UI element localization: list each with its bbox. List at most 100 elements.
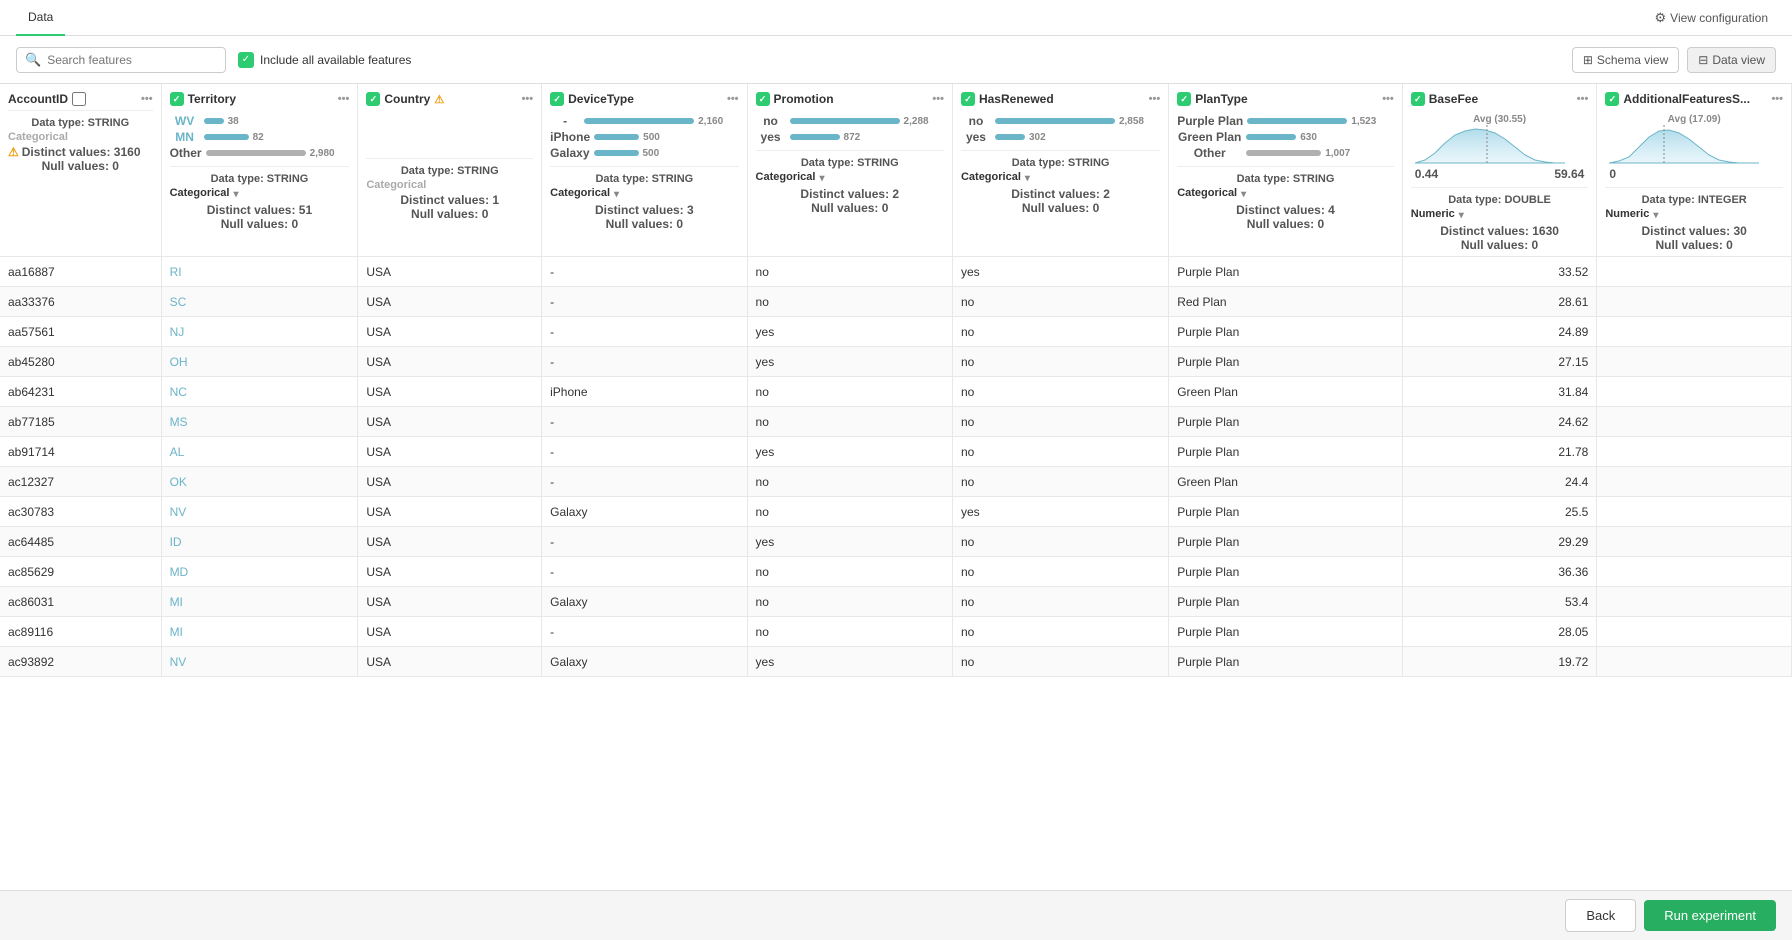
col-dtype-plan-type: Data type: STRING bbox=[1177, 173, 1394, 185]
col-header-country: ✓ Country ⚠ ••• Data type: STRING Catego… bbox=[358, 84, 542, 257]
col-cat-has-renewed[interactable]: Categorical bbox=[961, 169, 1160, 185]
col-checkbox-plan-type[interactable]: ✓ bbox=[1177, 92, 1191, 106]
data-icon: ⊟ bbox=[1698, 53, 1708, 67]
col-checkbox-base-fee[interactable]: ✓ bbox=[1411, 92, 1425, 106]
col-cat-country: Categorical bbox=[366, 179, 426, 191]
col-summary-promotion: no 2,288 yes 872 bbox=[756, 110, 944, 150]
col-dtype-account-id: Data type: STRING bbox=[8, 117, 153, 129]
col-dtype-has-renewed: Data type: STRING bbox=[961, 157, 1160, 169]
col-menu-has-renewed[interactable]: ••• bbox=[1149, 93, 1161, 105]
col-summary-has-renewed: no 2,858 yes 302 bbox=[961, 110, 1160, 150]
toolbar: 🔍 ✓ Include all available features ⊞ Sch… bbox=[0, 36, 1792, 84]
col-header-account-id: AccountID ••• Data type: STRING Categori… bbox=[0, 84, 161, 257]
col-dtype-promotion: Data type: STRING bbox=[756, 157, 944, 169]
warning-icon-account-id: ⚠ bbox=[8, 145, 19, 159]
table-row: ac30783NVUSAGalaxynoyesPurple Plan25.5 bbox=[0, 497, 1792, 527]
col-checkbox-territory[interactable]: ✓ bbox=[170, 92, 184, 106]
search-input[interactable] bbox=[47, 53, 207, 67]
col-cat-plan-type[interactable]: Categorical bbox=[1177, 185, 1394, 201]
col-histogram-base-fee: Avg (30.55) 0.4459.64 bbox=[1411, 110, 1589, 187]
col-summary-territory: WV 38 MN 82 Other 2,980 bbox=[170, 110, 350, 166]
col-menu-account-id[interactable]: ••• bbox=[141, 93, 153, 105]
col-menu-device-type[interactable]: ••• bbox=[727, 93, 739, 105]
col-menu-promotion[interactable]: ••• bbox=[932, 93, 944, 105]
col-name-promotion: Promotion bbox=[774, 92, 834, 106]
tab-bar: Data ⚙ View configuration bbox=[0, 0, 1792, 36]
back-button[interactable]: Back bbox=[1565, 899, 1636, 932]
col-checkbox-has-renewed[interactable]: ✓ bbox=[961, 92, 975, 106]
col-name-plan-type: PlanType bbox=[1195, 92, 1247, 106]
col-histogram-additional-features: Avg (17.09) 0 bbox=[1605, 110, 1783, 187]
col-header-additional-features: ✓ AdditionalFeaturesS... ••• Avg (17.09) bbox=[1597, 84, 1792, 257]
col-cat-promotion[interactable]: Categorical bbox=[756, 169, 944, 185]
col-header-has-renewed: ✓ HasRenewed ••• no 2,858 yes bbox=[952, 84, 1168, 257]
col-checkbox-promotion[interactable]: ✓ bbox=[756, 92, 770, 106]
table-row: ab45280OHUSA-yesnoPurple Plan27.15 bbox=[0, 347, 1792, 377]
col-name-has-renewed: HasRenewed bbox=[979, 92, 1054, 106]
toolbar-right: ⊞ Schema view ⊟ Data view bbox=[1572, 47, 1776, 73]
table-row: ab77185MSUSA-nonoPurple Plan24.62 bbox=[0, 407, 1792, 437]
col-menu-plan-type[interactable]: ••• bbox=[1382, 93, 1394, 105]
schema-icon: ⊞ bbox=[1583, 53, 1593, 67]
col-dtype-additional-features: Data type: INTEGER bbox=[1605, 194, 1783, 206]
col-checkbox-additional-features[interactable]: ✓ bbox=[1605, 92, 1619, 106]
col-dtype-country: Data type: STRING bbox=[366, 165, 533, 177]
table-row: ac93892NVUSAGalaxyyesnoPurple Plan19.72 bbox=[0, 647, 1792, 677]
data-grid: AccountID ••• Data type: STRING Categori… bbox=[0, 84, 1792, 892]
table-row: aa57561NJUSA-yesnoPurple Plan24.89 bbox=[0, 317, 1792, 347]
search-box: 🔍 bbox=[16, 47, 226, 73]
col-summary-device-type: - 2,160 iPhone 500 Galaxy 500 bbox=[550, 110, 738, 166]
col-menu-country[interactable]: ••• bbox=[522, 93, 534, 105]
col-summary-plan-type: Purple Plan 1,523 Green Plan 630 Other bbox=[1177, 110, 1394, 166]
col-checkbox-device-type[interactable]: ✓ bbox=[550, 92, 564, 106]
col-header-base-fee: ✓ BaseFee ••• Avg (30.55) bbox=[1402, 84, 1597, 257]
col-cat-device-type[interactable]: Categorical bbox=[550, 185, 738, 201]
col-name-account-id: AccountID bbox=[8, 92, 68, 106]
col-name-country: Country bbox=[384, 92, 430, 106]
tab-data[interactable]: Data bbox=[16, 0, 65, 36]
col-warning-country: ⚠ bbox=[434, 93, 444, 106]
col-name-territory: Territory bbox=[188, 92, 236, 106]
col-menu-additional-features[interactable]: ••• bbox=[1771, 93, 1783, 105]
col-dtype-territory: Data type: STRING bbox=[170, 173, 350, 185]
col-header-promotion: ✓ Promotion ••• no 2,288 yes bbox=[747, 84, 952, 257]
col-checkbox-country[interactable]: ✓ bbox=[366, 92, 380, 106]
include-features-toggle[interactable]: ✓ Include all available features bbox=[238, 52, 411, 68]
col-summary-country bbox=[366, 110, 533, 158]
search-icon: 🔍 bbox=[25, 52, 41, 68]
table-row: ac86031MIUSAGalaxynonoPurple Plan53.4 bbox=[0, 587, 1792, 617]
grid-table: AccountID ••• Data type: STRING Categori… bbox=[0, 84, 1792, 677]
col-cat-additional-features[interactable]: Numeric bbox=[1605, 206, 1783, 222]
col-header-plan-type: ✓ PlanType ••• Purple Plan 1,523 Green P… bbox=[1169, 84, 1403, 257]
col-menu-base-fee[interactable]: ••• bbox=[1577, 93, 1589, 105]
col-cat-account-id: Categorical bbox=[8, 131, 68, 143]
col-checkbox-account-id[interactable] bbox=[72, 92, 86, 106]
table-row: aa16887RIUSA-noyesPurple Plan33.52 bbox=[0, 257, 1792, 287]
col-header-territory: ✓ Territory ••• WV 38 MN 82 bbox=[161, 84, 358, 257]
col-name-additional-features: AdditionalFeaturesS... bbox=[1623, 92, 1750, 106]
data-view-button[interactable]: ⊟ Data view bbox=[1687, 47, 1776, 73]
include-features-checkbox[interactable]: ✓ bbox=[238, 52, 254, 68]
col-distinct-account-id: ⚠ Distinct values: 3160 Null values: 0 bbox=[8, 143, 153, 173]
table-row: ac64485IDUSA-yesnoPurple Plan29.29 bbox=[0, 527, 1792, 557]
schema-view-button[interactable]: ⊞ Schema view bbox=[1572, 47, 1679, 73]
col-cat-territory[interactable]: Categorical bbox=[170, 185, 350, 201]
col-name-device-type: DeviceType bbox=[568, 92, 634, 106]
col-dtype-base-fee: Data type: DOUBLE bbox=[1411, 194, 1589, 206]
table-row: ac89116MIUSA-nonoPurple Plan28.05 bbox=[0, 617, 1792, 647]
run-experiment-button[interactable]: Run experiment bbox=[1644, 900, 1776, 931]
data-table-body: aa16887RIUSA-noyesPurple Plan33.52aa3337… bbox=[0, 257, 1792, 677]
view-config-button[interactable]: ⚙ View configuration bbox=[1647, 6, 1777, 30]
table-row: ab64231NCUSAiPhonenonoGreen Plan31.84 bbox=[0, 377, 1792, 407]
table-row: ac12327OKUSA-nonoGreen Plan24.4 bbox=[0, 467, 1792, 497]
col-name-base-fee: BaseFee bbox=[1429, 92, 1478, 106]
col-cat-base-fee[interactable]: Numeric bbox=[1411, 206, 1589, 222]
table-row: ac85629MDUSA-nonoPurple Plan36.36 bbox=[0, 557, 1792, 587]
toolbar-left: 🔍 ✓ Include all available features bbox=[16, 47, 411, 73]
footer: Back Run experiment bbox=[0, 890, 1792, 940]
col-menu-territory[interactable]: ••• bbox=[338, 93, 350, 105]
table-row: ab91714ALUSA-yesnoPurple Plan21.78 bbox=[0, 437, 1792, 467]
col-header-device-type: ✓ DeviceType ••• - 2,160 iPhone bbox=[542, 84, 747, 257]
table-row: aa33376SCUSA-nonoRed Plan28.61 bbox=[0, 287, 1792, 317]
column-headers-row: AccountID ••• Data type: STRING Categori… bbox=[0, 84, 1792, 257]
